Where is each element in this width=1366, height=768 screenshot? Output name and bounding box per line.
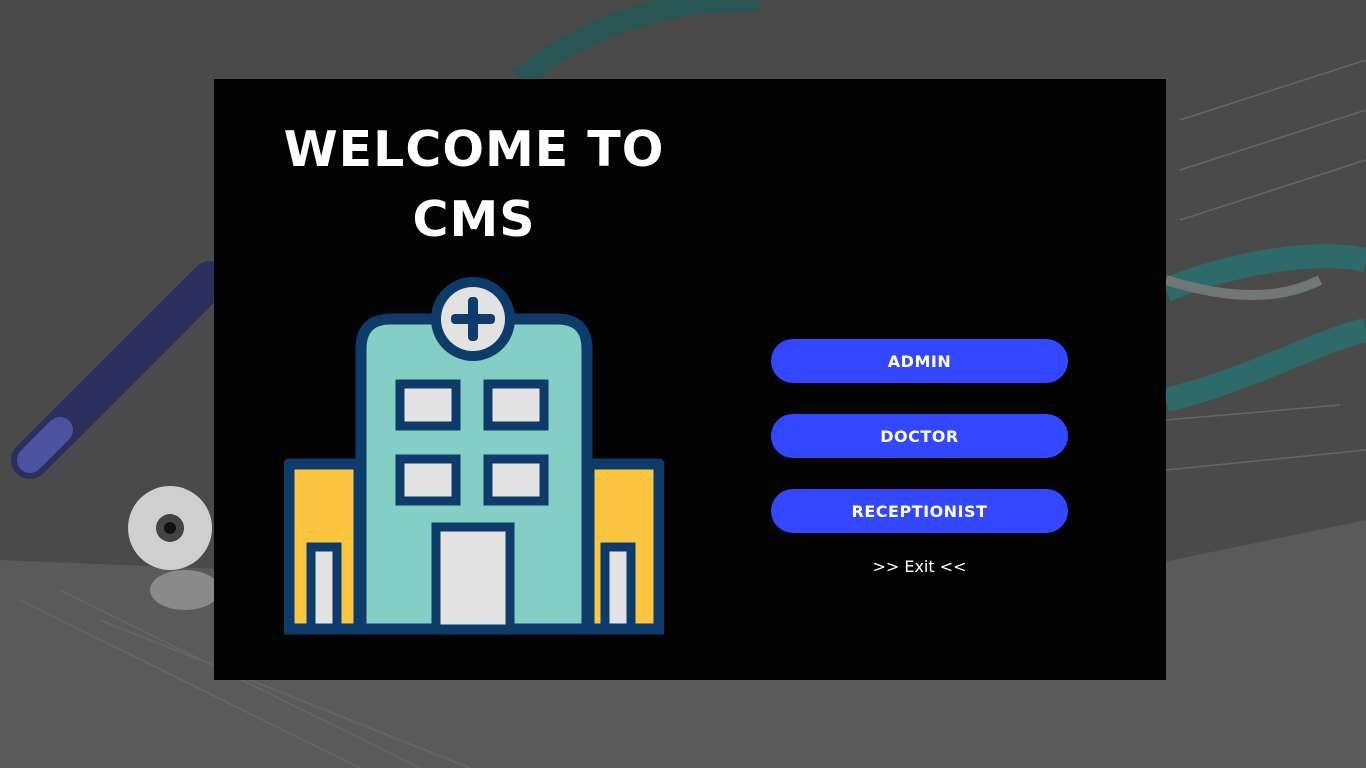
welcome-title: WELCOME TO CMS xyxy=(254,115,694,255)
exit-link[interactable]: >> Exit << xyxy=(771,557,1068,576)
welcome-panel: WELCOME TO CMS ADMIN DOCTOR RECEPTIONIST… xyxy=(214,79,1166,680)
admin-button[interactable]: ADMIN xyxy=(771,339,1068,383)
doctor-button[interactable]: DOCTOR xyxy=(771,414,1068,458)
welcome-title-line1: WELCOME TO xyxy=(283,121,665,178)
welcome-title-line2: CMS xyxy=(412,191,536,248)
receptionist-button[interactable]: RECEPTIONIST xyxy=(771,489,1068,533)
hospital-icon xyxy=(284,277,664,635)
